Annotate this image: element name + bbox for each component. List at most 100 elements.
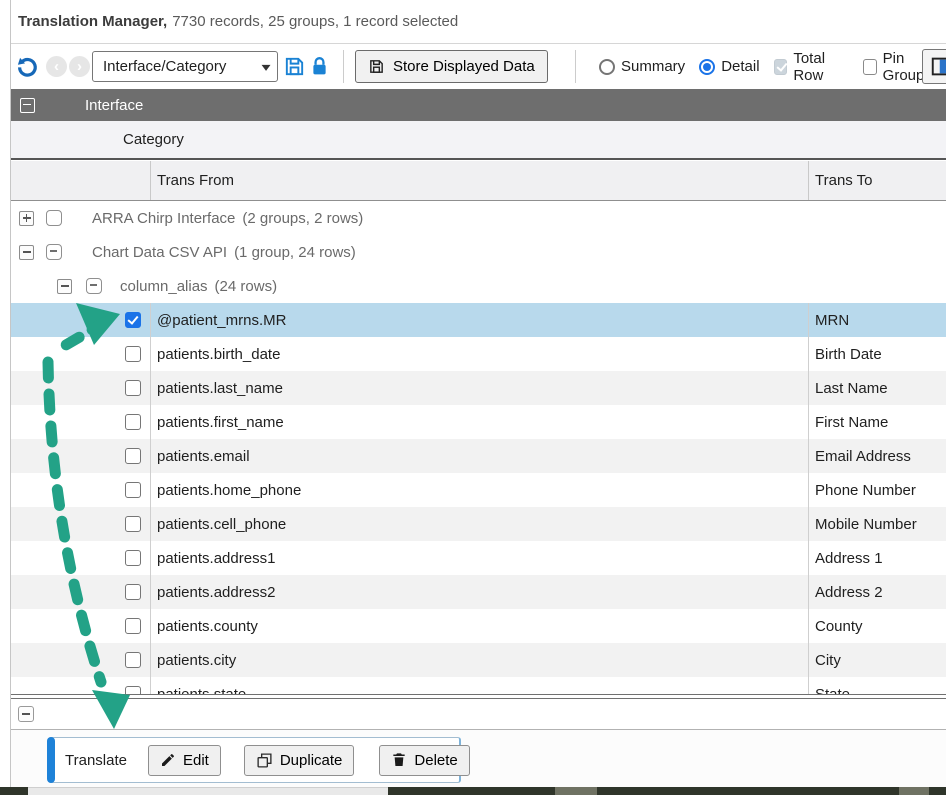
row-checkbox-cell [11, 507, 150, 541]
row-checkbox[interactable] [125, 516, 141, 532]
expand-icon[interactable] [19, 211, 34, 226]
row-checkbox[interactable] [125, 550, 141, 566]
row-checkbox[interactable] [125, 380, 141, 396]
edit-button[interactable]: Edit [148, 745, 221, 776]
row-checkbox[interactable] [125, 482, 141, 498]
table-row[interactable]: patients.cell_phoneMobile Number [11, 507, 946, 541]
total-row-checkbox[interactable] [774, 59, 788, 75]
trans-from-cell: patients.birth_date [150, 337, 808, 371]
trans-from-column-header: Trans From [150, 161, 808, 200]
view-mode-select[interactable]: Interface/Category ▾ [92, 51, 278, 82]
delete-button[interactable]: Delete [379, 745, 469, 776]
trash-icon [391, 752, 407, 768]
detail-radio-option[interactable]: Detail [699, 58, 759, 75]
interface-group-band: Interface [11, 89, 946, 121]
trans-from-cell: patients.last_name [150, 371, 808, 405]
table-row[interactable]: patients.cityCity [11, 643, 946, 677]
trans-from-cell: patients.city [150, 643, 808, 677]
detail-radio-label: Detail [721, 58, 759, 75]
column-settings-button[interactable] [922, 49, 946, 84]
lock-icon [309, 55, 330, 78]
trans-to-cell: Address 1 [808, 541, 946, 575]
table-row[interactable]: patients.birth_dateBirth Date [11, 337, 946, 371]
table-row[interactable]: patients.emailEmail Address [11, 439, 946, 473]
group-row[interactable]: ARRA Chirp Interface (2 groups, 2 rows) [11, 201, 946, 235]
footer-area: Translate Edit Duplicate Delete [11, 730, 946, 787]
group-checkbox[interactable] [46, 244, 62, 260]
store-save-icon [368, 58, 385, 75]
row-checkbox[interactable] [125, 346, 141, 362]
category-band-label: Category [123, 131, 184, 148]
row-checkbox[interactable] [125, 584, 141, 600]
group-checkbox[interactable] [46, 210, 62, 226]
chevron-down-icon: ▾ [261, 60, 270, 74]
trans-to-cell: City [808, 643, 946, 677]
table-row[interactable]: patients.first_nameFirst Name [11, 405, 946, 439]
trans-from-cell: patients.county [150, 609, 808, 643]
pin-groups-checkbox[interactable] [863, 59, 877, 75]
footer-collapse-row [11, 699, 946, 730]
next-button[interactable]: › [69, 56, 90, 77]
group-label: ARRA Chirp Interface [92, 210, 235, 227]
background-strip-patch [555, 787, 597, 795]
group-meta: (1 group, 24 rows) [234, 244, 356, 261]
previous-button[interactable]: ‹ [46, 56, 67, 77]
table-row[interactable]: patients.countyCounty [11, 609, 946, 643]
display-options: Summary Detail Total Row Pin Groups [599, 45, 946, 88]
page-title: Translation Manager, [18, 13, 167, 30]
trans-from-cell: patients.first_name [150, 405, 808, 439]
summary-radio-option[interactable]: Summary [599, 58, 685, 75]
trans-from-cell: patients.address2 [150, 575, 808, 609]
lock-button[interactable] [308, 54, 330, 78]
row-checkbox[interactable] [125, 686, 141, 694]
group-meta: (2 groups, 2 rows) [242, 210, 363, 227]
collapse-icon[interactable] [19, 245, 34, 260]
group-row[interactable]: column_alias(24 rows) [11, 269, 946, 303]
trans-to-cell: Last Name [808, 371, 946, 405]
row-checkbox[interactable] [125, 448, 141, 464]
checkbox-column-header [11, 161, 150, 200]
row-checkbox[interactable] [125, 312, 141, 328]
trans-to-column-header: Trans To [808, 161, 946, 200]
save-icon [283, 55, 306, 78]
table-row[interactable]: patients.address1Address 1 [11, 541, 946, 575]
record-summary: 7730 records, 25 groups, 1 record select… [172, 13, 458, 30]
group-checkbox[interactable] [86, 278, 102, 294]
interface-collapse-icon[interactable] [20, 98, 35, 113]
trans-from-cell: patients.home_phone [150, 473, 808, 507]
background-strip [0, 787, 946, 795]
trans-to-cell: First Name [808, 405, 946, 439]
group-row[interactable]: Chart Data CSV API (1 group, 24 rows) [11, 235, 946, 269]
table-row[interactable]: patients.stateState [11, 677, 946, 694]
table-row[interactable]: patients.address2Address 2 [11, 575, 946, 609]
duplicate-button[interactable]: Duplicate [244, 745, 355, 776]
toolbar-separator [575, 50, 576, 83]
row-checkbox-cell [11, 473, 150, 507]
group-label: Chart Data CSV API [92, 244, 227, 261]
table-row[interactable]: patients.last_nameLast Name [11, 371, 946, 405]
store-displayed-data-button[interactable]: Store Displayed Data [355, 50, 548, 83]
detail-radio[interactable] [699, 59, 715, 75]
refresh-button[interactable] [13, 53, 41, 81]
row-checkbox-cell [11, 609, 150, 643]
collapse-icon[interactable] [57, 279, 72, 294]
save-layout-button[interactable] [282, 54, 306, 78]
table-row[interactable]: patients.home_phonePhone Number [11, 473, 946, 507]
category-group-band: Category [11, 121, 946, 160]
translate-panel: Translate Edit Duplicate Delete [48, 737, 461, 783]
row-checkbox[interactable] [125, 652, 141, 668]
summary-radio[interactable] [599, 59, 615, 75]
trans-to-cell: Birth Date [808, 337, 946, 371]
column-header-row: Trans From Trans To [11, 161, 946, 201]
row-checkbox[interactable] [125, 414, 141, 430]
trans-from-cell: patients.cell_phone [150, 507, 808, 541]
row-checkbox[interactable] [125, 618, 141, 634]
total-row-option[interactable]: Total Row [774, 50, 849, 84]
footer-collapse-icon[interactable] [18, 706, 34, 722]
row-checkbox-cell [11, 541, 150, 575]
trans-from-cell: @patient_mrns.MR [150, 303, 808, 337]
row-checkbox-cell [11, 303, 150, 337]
edit-button-label: Edit [183, 752, 209, 769]
row-checkbox-cell [11, 405, 150, 439]
table-row[interactable]: @patient_mrns.MRMRN [11, 303, 946, 337]
